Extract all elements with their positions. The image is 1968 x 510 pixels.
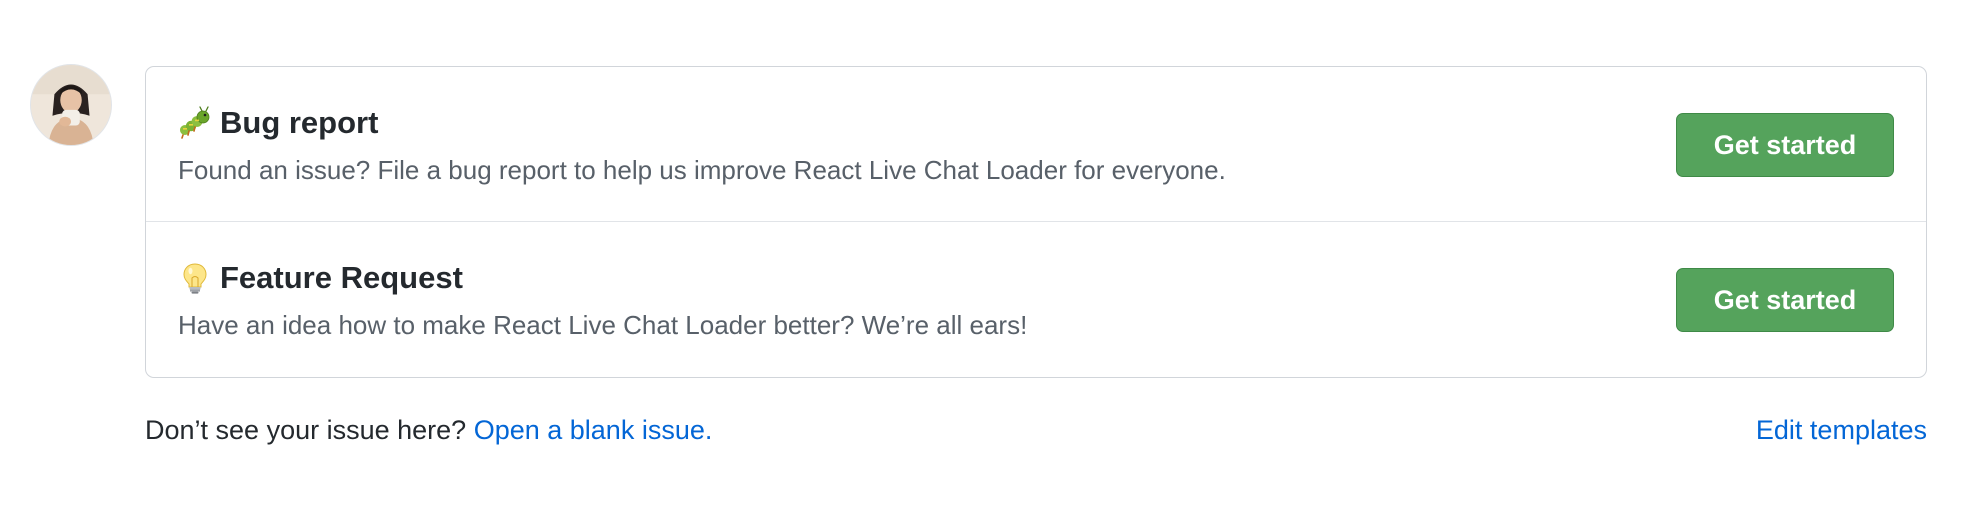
- avatar-image: [31, 65, 111, 145]
- edit-templates-link[interactable]: Edit templates: [1756, 415, 1927, 445]
- template-description: Have an idea how to make React Live Chat…: [178, 310, 1028, 340]
- template-title: Feature Request: [178, 260, 463, 296]
- template-row-feature-request: Feature Request Have an idea how to make…: [146, 222, 1926, 377]
- footer-prompt-text: Don’t see your issue here?: [145, 415, 467, 445]
- template-description: Found an issue? File a bug report to hel…: [178, 155, 1226, 185]
- get-started-button-bug-report[interactable]: Get started: [1676, 113, 1894, 177]
- avatar[interactable]: [30, 64, 112, 146]
- lightbulb-icon: [178, 261, 212, 295]
- template-title-text: Bug report: [220, 105, 379, 140]
- footer-prompt: Don’t see your issue here? Open a blank …: [145, 415, 712, 446]
- template-title: Bug report: [178, 105, 378, 141]
- get-started-button-feature-request[interactable]: Get started: [1676, 268, 1894, 332]
- caterpillar-icon: [178, 106, 212, 140]
- footer-actions: Edit templates: [1756, 415, 1927, 446]
- issue-templates-list: Bug report Found an issue? File a bug re…: [145, 66, 1927, 378]
- open-blank-issue-link[interactable]: Open a blank issue.: [474, 415, 713, 445]
- template-title-text: Feature Request: [220, 260, 463, 295]
- template-row-bug-report: Bug report Found an issue? File a bug re…: [146, 67, 1926, 222]
